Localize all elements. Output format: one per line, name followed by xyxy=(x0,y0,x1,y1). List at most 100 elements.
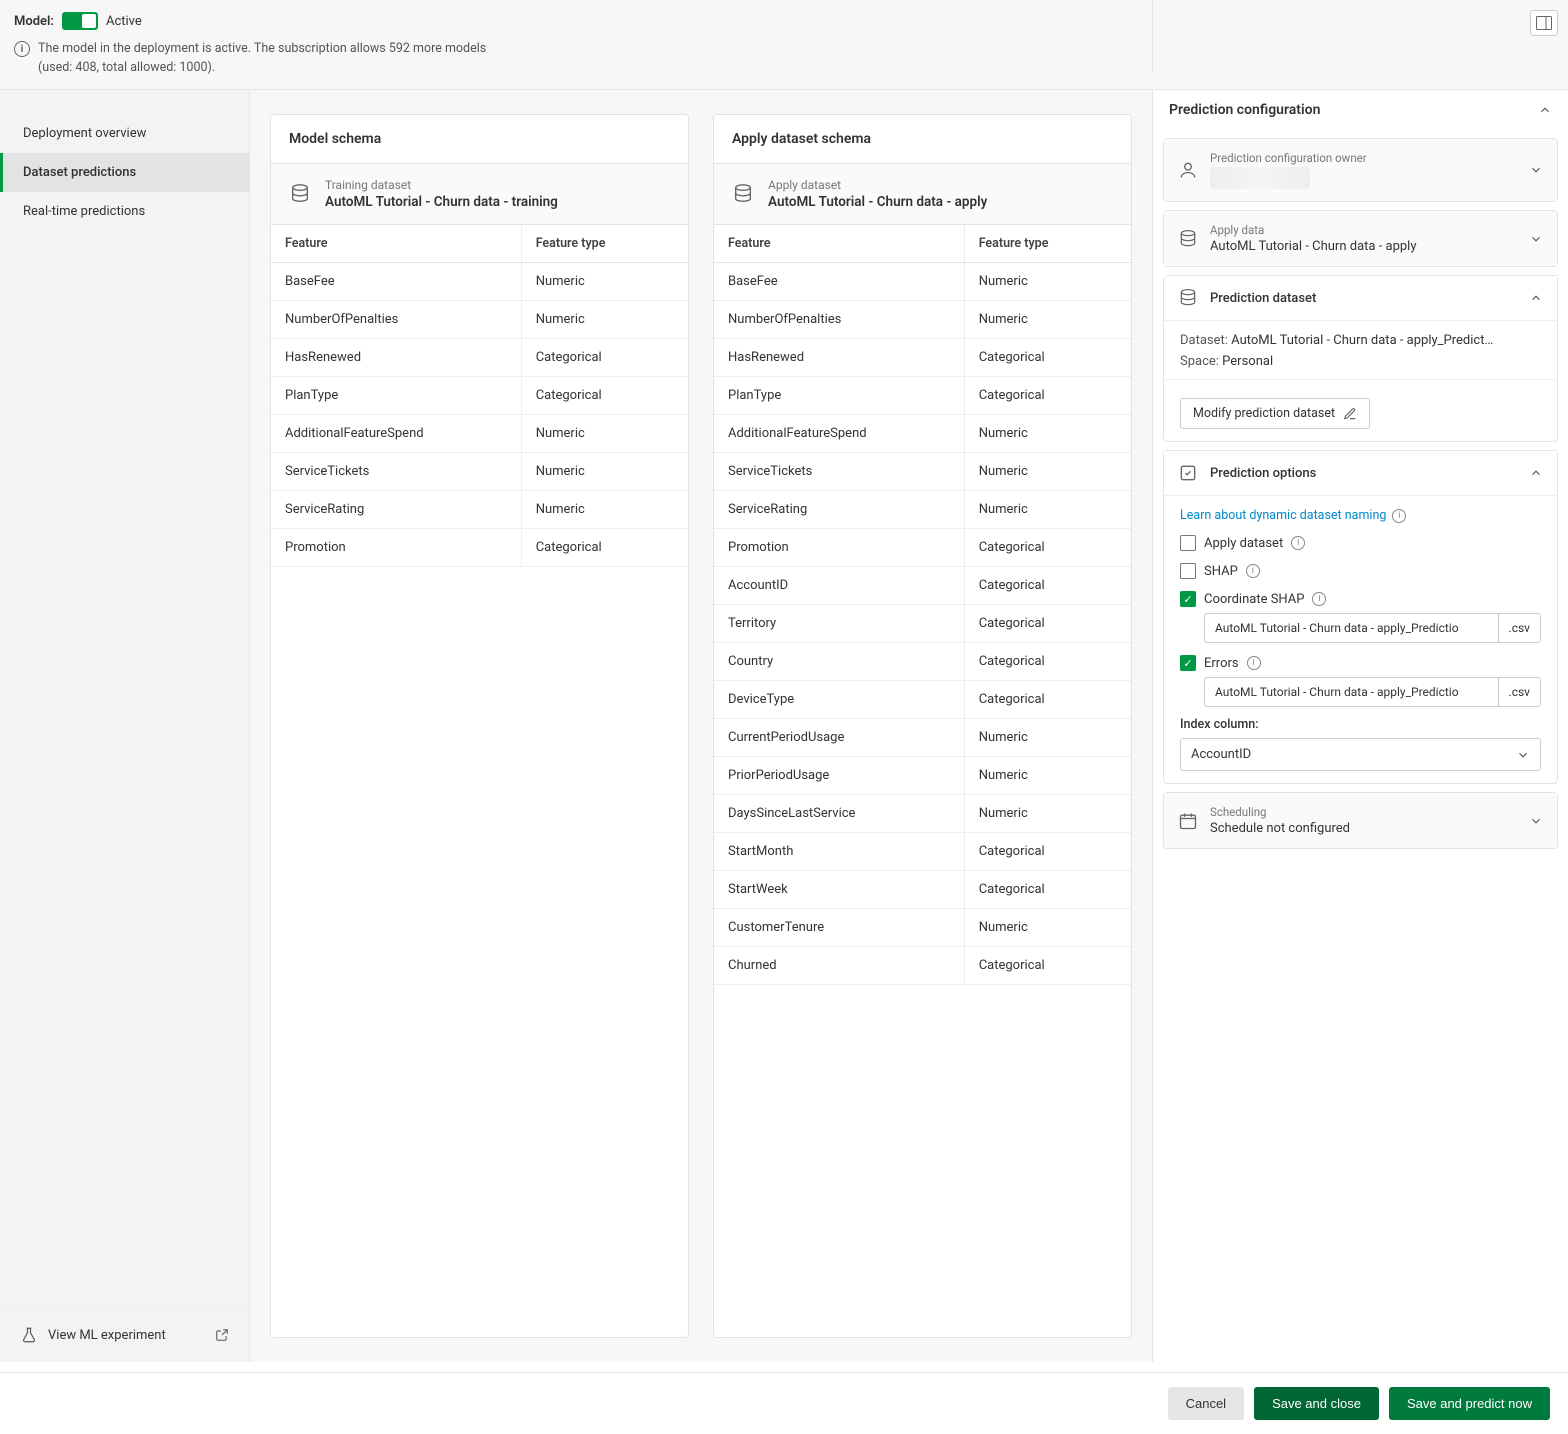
scheduling-section-header[interactable]: Scheduling Schedule not configured xyxy=(1164,793,1557,848)
feature-cell: StartWeek xyxy=(714,871,964,909)
sidebar-item-dataset-predictions[interactable]: Dataset predictions xyxy=(0,153,249,192)
info-icon[interactable]: i xyxy=(1312,592,1326,606)
apply-data-section: Apply data AutoML Tutorial - Churn data … xyxy=(1163,210,1558,267)
chevron-down-icon xyxy=(1529,232,1543,246)
database-icon xyxy=(289,183,311,205)
prediction-dataset-header[interactable]: Prediction dataset xyxy=(1164,276,1557,320)
feature-cell: AdditionalFeatureSpend xyxy=(271,415,521,453)
index-column-label: Index column: xyxy=(1180,717,1541,732)
type-cell: Categorical xyxy=(964,681,1131,719)
feature-cell: ServiceRating xyxy=(271,491,521,529)
feature-cell: ServiceTickets xyxy=(271,453,521,491)
sidebar-item-deployment-overview[interactable]: Deployment overview xyxy=(0,114,249,153)
errors-filename-input[interactable]: AutoML Tutorial - Churn data - apply_Pre… xyxy=(1204,677,1498,707)
type-cell: Categorical xyxy=(964,529,1131,567)
cancel-button[interactable]: Cancel xyxy=(1168,1387,1244,1420)
file-ext: .csv xyxy=(1498,677,1541,707)
type-cell: Numeric xyxy=(521,263,688,301)
main: Deployment overviewDataset predictionsRe… xyxy=(0,90,1568,1362)
prediction-options-header[interactable]: Prediction options xyxy=(1164,451,1557,495)
type-cell: Numeric xyxy=(521,453,688,491)
table-row: NumberOfPenaltiesNumeric xyxy=(271,301,688,339)
feature-cell: Territory xyxy=(714,605,964,643)
flask-icon xyxy=(20,1326,38,1344)
info-icon[interactable]: i xyxy=(1291,536,1305,550)
table-row: BaseFeeNumeric xyxy=(714,263,1131,301)
type-cell: Categorical xyxy=(521,377,688,415)
coordinate-shap-opt-label: Coordinate SHAP xyxy=(1204,592,1304,607)
type-cell: Categorical xyxy=(521,339,688,377)
modify-prediction-dataset-button[interactable]: Modify prediction dataset xyxy=(1180,398,1370,429)
space-value: Personal xyxy=(1222,354,1273,369)
feature-cell: HasRenewed xyxy=(271,339,521,377)
prediction-config-header[interactable]: Prediction configuration xyxy=(1153,90,1568,130)
type-cell: Categorical xyxy=(964,947,1131,985)
table-row: PlanTypeCategorical xyxy=(271,377,688,415)
scheduling-sub: Scheduling xyxy=(1210,805,1517,819)
type-cell: Categorical xyxy=(521,529,688,567)
table-row: HasRenewedCategorical xyxy=(271,339,688,377)
shap-opt-label: SHAP xyxy=(1204,564,1238,579)
type-cell: Numeric xyxy=(964,491,1131,529)
table-row: AccountIDCategorical xyxy=(714,567,1131,605)
sidebar: Deployment overviewDataset predictionsRe… xyxy=(0,90,250,1362)
apply-schema-title: Apply dataset schema xyxy=(714,115,1131,164)
view-ml-experiment-link[interactable]: View ML experiment xyxy=(0,1307,249,1362)
feature-cell: PriorPeriodUsage xyxy=(714,757,964,795)
model-active-toggle[interactable] xyxy=(62,12,98,30)
table-row: PlanTypeCategorical xyxy=(714,377,1131,415)
model-schema-table: Feature Feature type BaseFeeNumericNumbe… xyxy=(271,225,688,567)
type-cell: Numeric xyxy=(964,453,1131,491)
info-icon[interactable]: i xyxy=(1392,509,1406,523)
feature-cell: HasRenewed xyxy=(714,339,964,377)
feature-cell: StartMonth xyxy=(714,833,964,871)
save-and-close-button[interactable]: Save and close xyxy=(1254,1387,1379,1420)
coordinate-shap-checkbox[interactable]: ✓ xyxy=(1180,591,1196,607)
model-schema-title: Model schema xyxy=(271,115,688,164)
type-cell: Categorical xyxy=(964,643,1131,681)
scheduling-value: Schedule not configured xyxy=(1210,821,1517,836)
apply-dataset-opt-label: Apply dataset xyxy=(1204,536,1283,551)
type-cell: Categorical xyxy=(964,605,1131,643)
right-panel: Prediction configuration Prediction conf… xyxy=(1152,90,1568,1362)
options-icon xyxy=(1178,463,1198,483)
dataset-key: Dataset: xyxy=(1180,333,1228,348)
table-row: ServiceRatingNumeric xyxy=(714,491,1131,529)
learn-dynamic-naming-link[interactable]: Learn about dynamic dataset naming xyxy=(1180,508,1386,523)
edit-icon xyxy=(1343,407,1357,421)
feature-cell: PlanType xyxy=(714,377,964,415)
type-cell: Numeric xyxy=(964,719,1131,757)
toggle-panel-button[interactable] xyxy=(1530,10,1558,36)
sidebar-item-real-time-predictions[interactable]: Real-time predictions xyxy=(0,192,249,231)
apply-data-section-header[interactable]: Apply data AutoML Tutorial - Churn data … xyxy=(1164,211,1557,266)
feature-cell: NumberOfPenalties xyxy=(271,301,521,339)
save-and-predict-button[interactable]: Save and predict now xyxy=(1389,1387,1550,1420)
feature-cell: Churned xyxy=(714,947,964,985)
owner-section-header[interactable]: Prediction configuration owner xyxy=(1164,139,1557,201)
header-right xyxy=(1152,0,1568,72)
table-row: AdditionalFeatureSpendNumeric xyxy=(271,415,688,453)
feature-cell: BaseFee xyxy=(714,263,964,301)
table-row: TerritoryCategorical xyxy=(714,605,1131,643)
index-column-select[interactable]: AccountID xyxy=(1180,738,1541,771)
info-icon[interactable]: i xyxy=(1246,564,1260,578)
type-cell: Categorical xyxy=(964,833,1131,871)
table-row: DeviceTypeCategorical xyxy=(714,681,1131,719)
apply-dataset-header: Apply dataset AutoML Tutorial - Churn da… xyxy=(714,164,1131,225)
shap-checkbox[interactable] xyxy=(1180,563,1196,579)
type-cell: Categorical xyxy=(964,339,1131,377)
prediction-dataset-title: Prediction dataset xyxy=(1210,291,1517,306)
action-bar: Cancel Save and close Save and predict n… xyxy=(0,1372,1568,1434)
type-cell: Numeric xyxy=(964,263,1131,301)
coordinate-shap-filename-input[interactable]: AutoML Tutorial - Churn data - apply_Pre… xyxy=(1204,613,1498,643)
feature-cell: CustomerTenure xyxy=(714,909,964,947)
apply-dataset-checkbox[interactable] xyxy=(1180,535,1196,551)
center-content: Model schema Training dataset AutoML Tut… xyxy=(250,90,1152,1362)
owner-section: Prediction configuration owner xyxy=(1163,138,1558,202)
table-row: PromotionCategorical xyxy=(714,529,1131,567)
type-cell: Numeric xyxy=(964,757,1131,795)
type-cell: Numeric xyxy=(521,415,688,453)
modify-prediction-dataset-label: Modify prediction dataset xyxy=(1193,406,1335,421)
info-icon[interactable]: i xyxy=(1247,656,1261,670)
errors-checkbox[interactable]: ✓ xyxy=(1180,655,1196,671)
